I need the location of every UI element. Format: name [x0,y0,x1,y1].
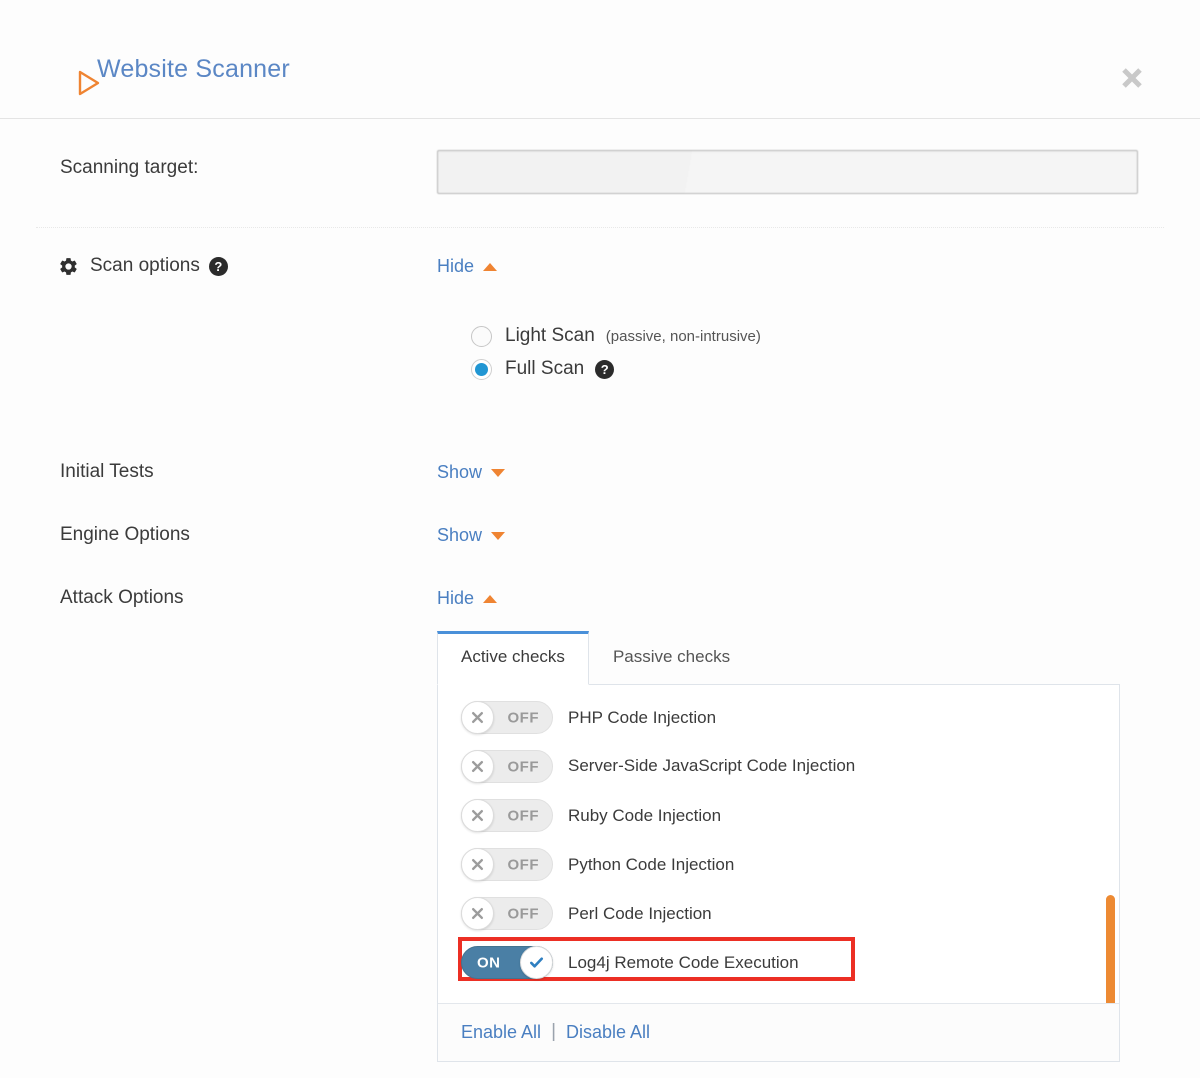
tab-passive-checks-label: Passive checks [613,647,730,666]
toggle-ruby-code-injection[interactable]: OFF [461,799,553,832]
check-label: Python Code Injection [568,848,734,881]
check-label: PHP Code Injection [568,701,716,734]
toggle-knob-x-icon [461,701,494,734]
scanning-target-input[interactable] [437,150,1138,194]
section-engine-options: Engine Options Show [0,506,1200,569]
checks-list: OFF PHP Code Injection OFF Server-Side J… [438,685,1119,1003]
checks-panel: OFF PHP Code Injection OFF Server-Side J… [437,684,1120,1062]
checks-scrollbar[interactable] [1106,701,1115,995]
scanning-target-label: Scanning target: [60,157,198,179]
list-item: OFF PHP Code Injection [438,701,1119,734]
attack-options-panel: Active checks Passive checks OFF [437,631,1120,1062]
full-scan-label: Full Scan [505,358,584,380]
section-initial-tests: Initial Tests Show [0,443,1200,506]
engine-options-toggle[interactable]: Show [437,525,505,546]
toggle-state-label: ON [477,954,501,971]
website-scanner-modal: Website Scanner Scanning target: Scan op… [0,0,1200,1078]
scan-options-label-group: Scan options ? [58,255,228,277]
scan-options-label: Scan options [90,255,200,277]
chevron-down-icon [491,469,505,477]
initial-tests-toggle[interactable]: Show [437,462,505,483]
chevron-down-icon [491,532,505,540]
initial-tests-label: Initial Tests [60,461,154,483]
footer-separator: | [551,1021,556,1043]
list-item: ON Log4j Remote Code Execution [438,946,1119,979]
list-item: OFF Ruby Code Injection [438,799,1119,832]
tab-passive-checks[interactable]: Passive checks [589,631,754,684]
list-item: OFF Server-Side JavaScript Code Injectio… [438,750,1119,783]
tab-active-checks[interactable]: Active checks [437,631,589,685]
checks-footer: Enable All | Disable All [438,1003,1119,1061]
close-icon[interactable] [1116,62,1148,94]
section-attack-options: Attack Options Hide [0,569,1200,632]
check-label: Perl Code Injection [568,897,712,930]
check-label: Ruby Code Injection [568,799,721,832]
scan-mode-full[interactable]: Full Scan ? [471,358,761,380]
header-title-group: Website Scanner [56,55,290,84]
scan-mode-light[interactable]: Light Scan (passive, non-intrusive) [471,325,761,347]
toggle-knob-x-icon [461,848,494,881]
help-circle-icon[interactable]: ? [209,257,228,276]
toggle-knob-x-icon [461,897,494,930]
enable-all-link[interactable]: Enable All [461,1022,541,1043]
disable-all-link[interactable]: Disable All [566,1022,650,1043]
scan-mode-radio-group: Light Scan (passive, non-intrusive) Full… [471,325,761,391]
toggle-python-code-injection[interactable]: OFF [461,848,553,881]
gear-icon [58,256,79,277]
modal-header: Website Scanner [0,0,1200,119]
scanning-target-row: Scanning target: [0,119,1200,227]
toggle-php-code-injection[interactable]: OFF [461,701,553,734]
check-label: Log4j Remote Code Execution [568,946,799,979]
list-item: OFF Perl Code Injection [438,897,1119,930]
toggle-state-label: OFF [508,856,540,873]
page-title: Website Scanner [97,55,290,84]
toggle-state-label: OFF [508,807,540,824]
light-scan-label: Light Scan [505,325,595,347]
radio-light-scan[interactable] [471,326,492,347]
engine-options-label: Engine Options [60,524,190,546]
initial-tests-toggle-label: Show [437,462,482,483]
toggle-perl-code-injection[interactable]: OFF [461,897,553,930]
check-label: Server-Side JavaScript Code Injection [568,750,855,779]
attack-options-toggle[interactable]: Hide [437,588,497,609]
toggle-server-side-javascript-code-injection[interactable]: OFF [461,750,553,783]
toggle-knob-check-icon [520,946,553,979]
chevron-up-icon [483,595,497,603]
engine-options-toggle-label: Show [437,525,482,546]
attack-options-label: Attack Options [60,587,184,609]
toggle-knob-x-icon [461,750,494,783]
scan-options-row: Scan options ? Hide [0,227,1200,317]
scan-options-toggle[interactable]: Hide [437,256,497,277]
chevron-up-icon [483,263,497,271]
full-scan-help-circle-icon[interactable]: ? [595,360,614,379]
toggle-state-label: OFF [508,905,540,922]
radio-full-scan[interactable] [471,359,492,380]
toggle-knob-x-icon [461,799,494,832]
list-item: OFF Python Code Injection [438,848,1119,881]
toggle-log4j-remote-code-execution[interactable]: ON [461,946,553,979]
checks-tabs: Active checks Passive checks [437,631,1120,684]
toggle-state-label: OFF [508,709,540,726]
light-scan-note: (passive, non-intrusive) [606,328,761,345]
attack-options-toggle-label: Hide [437,588,474,609]
scan-options-toggle-label: Hide [437,256,474,277]
play-triangle-icon [56,57,77,83]
toggle-state-label: OFF [508,758,540,775]
scrollbar-thumb[interactable] [1106,895,1115,1003]
tab-active-checks-label: Active checks [461,647,565,666]
